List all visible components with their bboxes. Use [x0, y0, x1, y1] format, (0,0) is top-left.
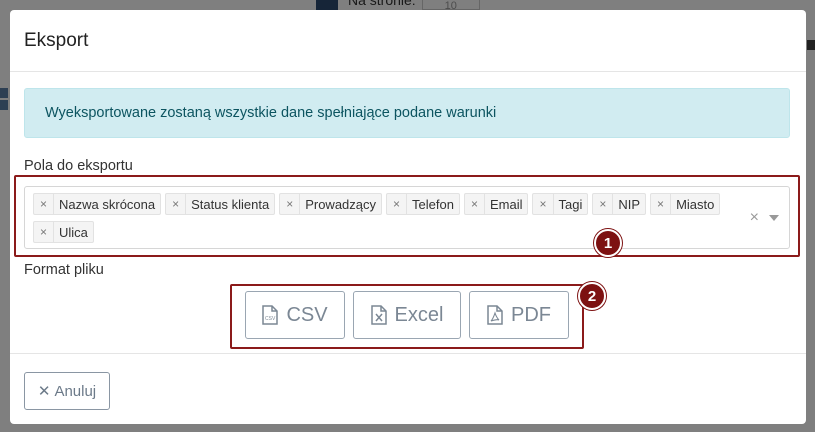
export-excel-button[interactable]: Excel [353, 291, 461, 339]
close-icon: ✕ [37, 383, 51, 400]
tag-label: Telefon [412, 196, 454, 212]
modal-footer: ✕ Anuluj [10, 353, 806, 424]
cancel-button[interactable]: ✕ Anuluj [24, 372, 110, 410]
alert-text: Wyeksportowane zostaną wszystkie dane sp… [45, 105, 497, 121]
clear-selection-icon[interactable]: × [750, 209, 759, 227]
remove-tag-icon[interactable]: × [280, 194, 301, 214]
dropdown-caret-icon[interactable] [769, 215, 779, 221]
modal-header: Eksport [10, 10, 806, 72]
remove-tag-icon[interactable]: × [593, 194, 614, 214]
remove-tag-icon[interactable]: × [465, 194, 485, 214]
selected-field-tag: × Status klienta [165, 193, 276, 215]
remove-tag-icon[interactable]: × [387, 194, 408, 214]
modal-body: Wyeksportowane zostaną wszystkie dane sp… [10, 72, 806, 353]
remove-tag-icon[interactable]: × [34, 222, 55, 242]
file-excel-icon [370, 305, 387, 325]
selected-tags: × Nazwa skrócona × Status klienta × Prowadząc… [33, 193, 733, 243]
selected-field-tag: × Ulica [33, 221, 94, 243]
remove-tag-icon[interactable]: × [651, 194, 672, 214]
cancel-label: Anuluj [54, 382, 97, 400]
annotation-badge-1: 1 [594, 229, 622, 257]
selected-field-tag: × NIP [592, 193, 647, 215]
info-alert: Wyeksportowane zostaną wszystkie dane sp… [24, 88, 790, 138]
selected-field-tag: × Prowadzący [279, 193, 383, 215]
selected-field-tag: × Nazwa skrócona [33, 193, 162, 215]
modal-title: Eksport [24, 29, 89, 51]
selected-field-tag: × Tagi [532, 193, 589, 215]
excel-label: Excel [394, 303, 444, 326]
export-modal: Eksport Wyeksportowane zostaną wszystkie… [10, 10, 806, 424]
tag-label: Nazwa skrócona [59, 196, 156, 212]
csv-label: CSV [286, 303, 328, 326]
remove-tag-icon[interactable]: × [533, 194, 554, 214]
selected-field-tag: × Miasto [650, 193, 721, 215]
pdf-label: PDF [511, 303, 551, 326]
fields-label: Pola do eksportu [24, 158, 133, 174]
tag-label: NIP [618, 196, 641, 212]
file-pdf-icon [487, 305, 503, 325]
annotation-badge-2: 2 [578, 282, 606, 310]
format-label: Format pliku [24, 262, 104, 278]
export-fields-select[interactable]: × Nazwa skrócona × Status klienta × Prowadząc… [24, 186, 790, 249]
tag-label: Tagi [558, 196, 583, 212]
selected-field-tag: × Telefon [386, 193, 460, 215]
remove-tag-icon[interactable]: × [34, 194, 55, 214]
file-csv-icon: CSV [262, 305, 279, 325]
tag-label: Email [489, 196, 523, 212]
export-csv-button[interactable]: CSV CSV [245, 291, 345, 339]
tag-label: Miasto [676, 196, 715, 212]
tag-label: Ulica [59, 224, 88, 240]
remove-tag-icon[interactable]: × [166, 194, 187, 214]
tag-label: Prowadzący [305, 196, 377, 212]
tag-label: Status klienta [191, 196, 270, 212]
export-pdf-button[interactable]: PDF [469, 291, 569, 339]
selected-field-tag: × Email [463, 193, 529, 215]
svg-text:CSV: CSV [265, 316, 276, 322]
